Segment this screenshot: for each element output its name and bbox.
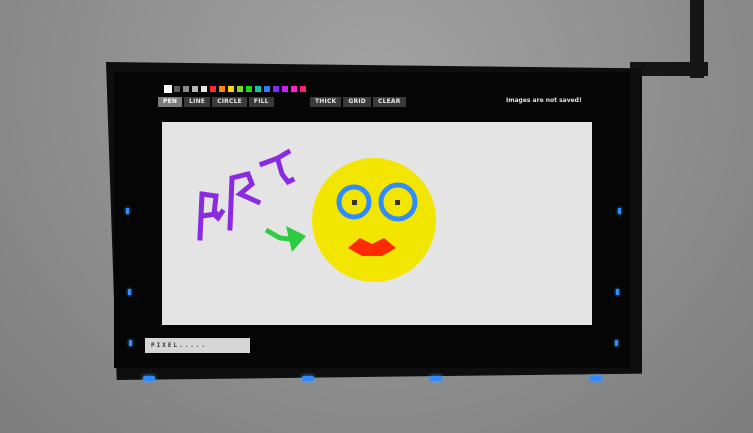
palette-swatch[interactable] bbox=[183, 86, 189, 92]
arrow bbox=[264, 226, 306, 252]
side-led-left-1 bbox=[126, 208, 129, 214]
smiley-face bbox=[312, 158, 436, 282]
fill-button[interactable]: FILL bbox=[248, 97, 274, 107]
letter-r bbox=[227, 171, 262, 231]
palette-swatch[interactable] bbox=[291, 86, 297, 92]
canvas-drawing bbox=[197, 148, 436, 282]
toolbar-tools: PEN LINE CIRCLE FILL bbox=[158, 97, 274, 107]
bottom-led-2 bbox=[302, 376, 314, 381]
palette-swatch[interactable] bbox=[264, 86, 270, 92]
face bbox=[312, 158, 436, 282]
art-text bbox=[197, 148, 296, 241]
palette-swatch[interactable] bbox=[282, 86, 288, 92]
bottom-led-1 bbox=[143, 376, 155, 381]
pen-button[interactable]: PEN bbox=[158, 97, 183, 107]
drawing-canvas[interactable] bbox=[162, 122, 592, 325]
palette-swatch[interactable] bbox=[210, 86, 216, 92]
line-button[interactable]: LINE bbox=[184, 97, 211, 107]
bottom-led-4 bbox=[590, 376, 602, 381]
toolbar-options: THICK GRID CLEAR bbox=[310, 97, 406, 107]
side-led-right-3 bbox=[615, 340, 618, 346]
left-pupil bbox=[352, 200, 357, 205]
side-led-left-3 bbox=[129, 340, 132, 346]
grid-button[interactable]: GRID bbox=[343, 97, 371, 107]
arrow-head bbox=[286, 226, 306, 252]
palette-swatch[interactable] bbox=[219, 86, 225, 92]
clear-button[interactable]: CLEAR bbox=[372, 97, 406, 107]
palette-swatch[interactable] bbox=[201, 86, 207, 92]
palette-swatch[interactable] bbox=[164, 85, 172, 93]
letter-a-bar bbox=[199, 211, 219, 219]
save-notice: Images are not saved! bbox=[506, 97, 582, 104]
side-led-right-1 bbox=[618, 208, 621, 214]
thick-button[interactable]: THICK bbox=[310, 97, 342, 107]
side-led-right-2 bbox=[616, 289, 619, 295]
side-led-left-2 bbox=[128, 289, 131, 295]
palette-swatch[interactable] bbox=[174, 86, 180, 92]
palette-swatch[interactable] bbox=[300, 86, 306, 92]
palette-swatch[interactable] bbox=[228, 86, 234, 92]
palette-swatch[interactable] bbox=[273, 86, 279, 92]
palette-swatch[interactable] bbox=[246, 86, 252, 92]
bottom-led-3 bbox=[430, 376, 442, 381]
letter-t-top bbox=[258, 148, 292, 168]
palette-swatch[interactable] bbox=[192, 86, 198, 92]
palette-swatch[interactable] bbox=[255, 86, 261, 92]
right-pupil bbox=[395, 200, 400, 205]
palette bbox=[164, 85, 306, 93]
circle-button[interactable]: CIRCLE bbox=[212, 97, 247, 107]
palette-swatch[interactable] bbox=[237, 86, 243, 92]
status-bar: PIXEL..... bbox=[145, 338, 250, 353]
letter-t-stem bbox=[274, 156, 296, 186]
